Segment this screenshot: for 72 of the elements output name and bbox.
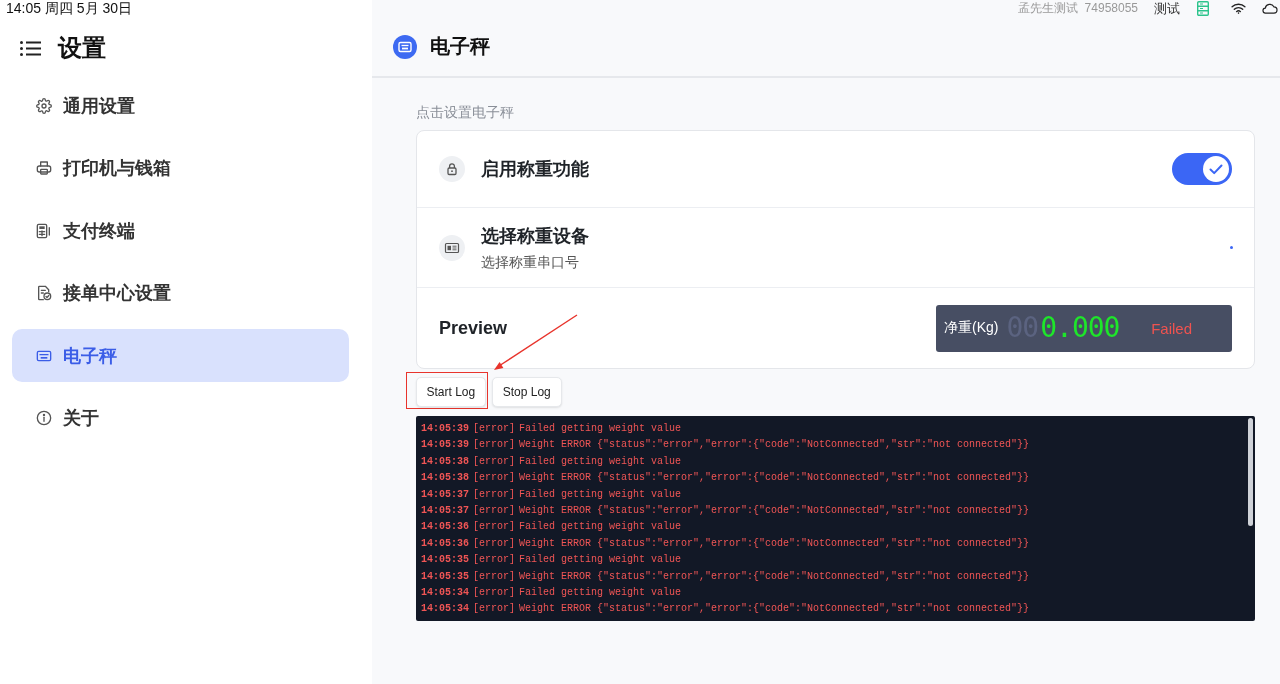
info-icon xyxy=(36,410,52,426)
lock-icon xyxy=(439,156,465,182)
setting-title: 启用称重功能 xyxy=(481,158,589,181)
document-check-icon xyxy=(36,285,52,301)
cloud-icon[interactable] xyxy=(1261,3,1278,14)
setting-title: Preview xyxy=(439,317,508,339)
account-label: 孟先生测试 74958055 xyxy=(1017,0,1138,17)
log-message: Weight ERROR {"status":"error","error":{"code":"NotConnected","str":"not connected"}} xyxy=(519,536,1030,551)
scale-icon xyxy=(393,34,417,59)
log-time: 14:05:35 xyxy=(421,553,469,568)
log-level: [error] xyxy=(473,504,516,519)
sidebar-item[interactable]: 通用设置 xyxy=(12,79,349,132)
log-time: 14:05:38 xyxy=(421,471,469,486)
toggle-switch[interactable] xyxy=(1172,153,1232,185)
log-level: [error] xyxy=(473,536,516,551)
log-time: 14:05:35 xyxy=(421,569,469,584)
check-icon xyxy=(1203,156,1229,182)
log-level: [error] xyxy=(473,422,516,436)
sidebar-item[interactable]: 支付终端 xyxy=(12,204,349,257)
weight-status: Failed xyxy=(1151,319,1192,337)
settings-icon xyxy=(36,97,52,114)
log-time: 14:05:34 xyxy=(421,586,469,601)
log-time: 14:05:37 xyxy=(421,504,469,519)
log-message: Failed getting weight value xyxy=(519,487,682,502)
section-hint: 点击设置电子秤 xyxy=(416,103,515,121)
page-title: 电子秤 xyxy=(430,34,490,59)
status-time: 14:05 周四 5月 30日 xyxy=(5,0,134,17)
log-level: [error] xyxy=(473,438,516,453)
log-message: Failed getting weight value xyxy=(519,586,682,601)
log-time: 14:05:39 xyxy=(421,422,469,436)
printer-icon xyxy=(36,160,52,176)
log-level: [error] xyxy=(473,569,516,584)
sidebar-item[interactable]: 打印机与钱箱 xyxy=(12,141,349,195)
log-message: Failed getting weight value xyxy=(519,422,682,436)
log-time: 14:05:34 xyxy=(421,602,469,617)
menu-icon[interactable] xyxy=(20,40,41,56)
weight-value: 0.000 xyxy=(1040,314,1120,342)
sidebar-item[interactable]: 电子秤 xyxy=(12,329,349,382)
log-time: 14:05:37 xyxy=(421,487,469,502)
log-message: Failed getting weight value xyxy=(519,520,682,535)
sidebar-item[interactable]: 接单中心设置 xyxy=(12,266,349,320)
log-level: [error] xyxy=(473,602,516,617)
log-message: Weight ERROR {"status":"error","error":{"code":"NotConnected","str":"not connected"}} xyxy=(519,438,1030,453)
log-message: Failed getting weight value xyxy=(519,553,682,568)
log-button[interactable]: Stop Log xyxy=(491,377,562,407)
log-message: Weight ERROR {"status":"error","error":{"code":"NotConnected","str":"not connected"}} xyxy=(519,569,1030,584)
log-message: Failed getting weight value xyxy=(519,454,682,469)
setting-title: 选择称重设备 xyxy=(481,224,589,248)
log-time: 14:05:39 xyxy=(421,438,469,453)
wifi-icon[interactable] xyxy=(1231,3,1246,14)
log-time: 14:05:36 xyxy=(421,520,469,535)
sidebar-title: 设置 xyxy=(58,33,106,63)
id-card-icon xyxy=(439,234,465,261)
log-level: [error] xyxy=(473,487,516,502)
log-message: Weight ERROR {"status":"error","error":{"code":"NotConnected","str":"not connected"}} xyxy=(519,504,1030,519)
log-button[interactable]: Start Log xyxy=(415,376,487,407)
log-level: [error] xyxy=(473,586,516,601)
scrollbar-thumb[interactable] xyxy=(1248,418,1253,526)
terminal-icon xyxy=(36,222,52,239)
log-message: Weight ERROR {"status":"error","error":{"code":"NotConnected","str":"not connected"}} xyxy=(519,471,1030,486)
log-time: 14:05:38 xyxy=(421,454,469,469)
setting-subtitle: 选择称重串口号 xyxy=(481,253,580,272)
dot-icon xyxy=(1230,246,1233,249)
sidebar-item[interactable]: 关于 xyxy=(12,391,349,445)
mode-label: 测试 xyxy=(1154,0,1180,18)
log-level: [error] xyxy=(473,520,516,535)
log-time: 14:05:36 xyxy=(421,536,469,551)
log-message: Weight ERROR {"status":"error","error":{"code":"NotConnected","str":"not connected"}} xyxy=(519,602,1030,617)
log-level: [error] xyxy=(473,471,516,486)
weight-label: 净重(Kg) xyxy=(944,319,999,337)
log-level: [error] xyxy=(473,553,516,568)
log-level: [error] xyxy=(473,454,516,469)
